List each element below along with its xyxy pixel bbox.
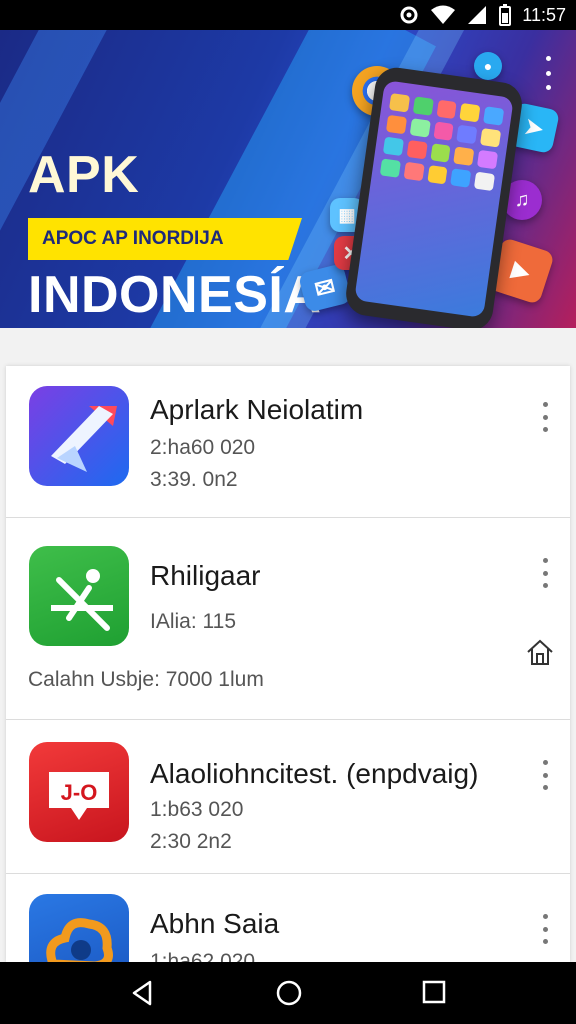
app-meta-primary: 2:ha60 020 xyxy=(150,436,256,459)
recents-icon[interactable] xyxy=(422,980,446,1009)
app-row[interactable]: Rhiligaar IAlia: 115 Calahn Usbje: 7000 … xyxy=(6,518,570,720)
app-meta-primary: 1:ha62 020 xyxy=(150,950,256,962)
arrow-app-icon xyxy=(29,386,129,486)
app-name: Aprlark Neiolatim xyxy=(150,394,364,425)
row-menu-icon[interactable] xyxy=(536,402,554,432)
app-row[interactable]: Aprlark Neiolatim 2:ha60 020 3:39. 0n2 xyxy=(6,366,570,518)
navigation-bar xyxy=(0,962,576,1024)
back-icon[interactable] xyxy=(130,980,154,1011)
app-meta-secondary: 2:30 2n2 xyxy=(150,830,232,853)
app-meta-secondary: Calahn Usbje: 7000 1lum xyxy=(28,668,264,691)
wifi-icon xyxy=(430,4,456,26)
svg-text:J-O: J-O xyxy=(61,780,98,805)
app-row[interactable]: J-O Alaoliohncitest. (enpdvaig) 1:b63 02… xyxy=(6,720,570,874)
messenger-icon: ● xyxy=(474,52,502,80)
row-menu-icon[interactable] xyxy=(536,558,554,588)
overflow-menu-icon[interactable] xyxy=(538,56,558,90)
status-time: 11:57 xyxy=(522,4,566,25)
home-icon[interactable] xyxy=(276,980,302,1011)
settings-notification-icon xyxy=(398,4,420,26)
app-meta-secondary: 3:39. 0n2 xyxy=(150,468,238,491)
app-list: Aprlark Neiolatim 2:ha60 020 3:39. 0n2 R… xyxy=(6,366,570,962)
jo-app-icon: J-O xyxy=(29,742,129,842)
banner-title: APK INDONESÍA xyxy=(28,85,321,328)
banner-title-line1: APK xyxy=(28,146,140,204)
row-menu-icon[interactable] xyxy=(536,760,554,790)
hero-banner: APK INDONESÍA APOC AP INORDIJA ● ➤ ♫ ▶ ✉… xyxy=(0,30,576,328)
banner-tagline: APOC AP INORDIJA xyxy=(28,218,302,260)
banner-title-line2: INDONESÍA xyxy=(28,266,322,324)
home-outline-icon[interactable] xyxy=(524,636,556,673)
app-name: Abhn Saia xyxy=(150,908,280,939)
row-menu-icon[interactable] xyxy=(536,914,554,944)
app-name: Rhiligaar xyxy=(150,560,261,591)
status-bar: 11:57 xyxy=(0,0,576,30)
app-meta-primary: IAlia: 115 xyxy=(150,610,236,633)
app-meta-primary: 1:b63 020 xyxy=(150,798,244,821)
signal-icon xyxy=(466,4,488,26)
x-app-icon xyxy=(29,546,129,646)
battery-icon xyxy=(498,4,512,26)
cloud-app-icon xyxy=(29,894,129,962)
app-name: Alaoliohncitest. (enpdvaig) xyxy=(150,758,479,789)
app-row[interactable]: Abhn Saia 1:ha62 020 xyxy=(6,874,570,962)
